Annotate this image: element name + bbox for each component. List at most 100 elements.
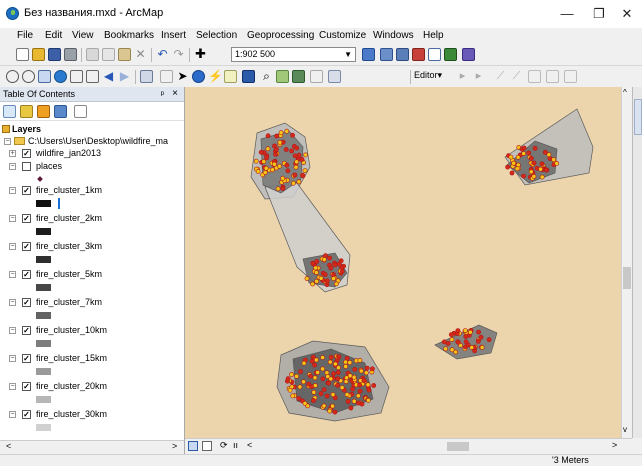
layer-visibility-checkbox[interactable]: ✓ bbox=[22, 354, 31, 363]
fire-point[interactable] bbox=[313, 357, 319, 363]
fire-point[interactable] bbox=[292, 172, 298, 178]
menu-edit[interactable]: Edit bbox=[45, 30, 62, 41]
fire-point[interactable] bbox=[312, 383, 318, 388]
layer-visibility-checkbox[interactable]: ✓ bbox=[22, 326, 31, 335]
fixed-zoom-in-icon[interactable] bbox=[70, 70, 83, 83]
fire-point[interactable] bbox=[343, 363, 349, 369]
toc-horizontal-scrollbar[interactable]: < > bbox=[0, 440, 184, 455]
menu-view[interactable]: View bbox=[72, 30, 94, 41]
select-elements-arrow-icon[interactable]: ➤ bbox=[176, 70, 189, 83]
expand-icon[interactable]: + bbox=[9, 150, 16, 157]
fire-point[interactable] bbox=[332, 409, 338, 415]
time-slider-icon[interactable] bbox=[310, 70, 323, 83]
pan-hand-icon[interactable] bbox=[38, 70, 51, 83]
fire-point[interactable] bbox=[542, 149, 548, 155]
fire-point[interactable] bbox=[359, 401, 365, 407]
fire-point[interactable] bbox=[296, 152, 302, 158]
layer-visibility-checkbox[interactable]: ✓ bbox=[22, 382, 31, 391]
fire-point[interactable] bbox=[531, 160, 537, 166]
fire-point[interactable] bbox=[330, 403, 335, 409]
fire-point[interactable] bbox=[277, 163, 282, 169]
layer-visibility-checkbox[interactable]: ✓ bbox=[22, 410, 31, 419]
fire-point[interactable] bbox=[277, 140, 283, 145]
fire-point[interactable] bbox=[352, 366, 358, 372]
fill-symbol-swatch[interactable] bbox=[36, 368, 51, 375]
fire-point[interactable] bbox=[291, 180, 296, 186]
fire-point[interactable] bbox=[365, 397, 371, 403]
paste-icon[interactable] bbox=[118, 48, 131, 61]
fire-point[interactable] bbox=[455, 328, 461, 333]
fire-point[interactable] bbox=[528, 169, 534, 175]
scroll-left-arrow-icon[interactable]: < bbox=[247, 440, 252, 450]
fire-point[interactable] bbox=[274, 133, 280, 139]
fire-point[interactable] bbox=[478, 334, 484, 340]
fire-point[interactable] bbox=[328, 354, 334, 360]
menu-help[interactable]: Help bbox=[423, 30, 444, 41]
fire-point[interactable] bbox=[449, 347, 455, 353]
menu-bookmarks[interactable]: Bookmarks bbox=[104, 30, 154, 41]
fire-point[interactable] bbox=[283, 147, 289, 152]
map-canvas[interactable] bbox=[185, 87, 621, 438]
collapse-icon[interactable]: − bbox=[9, 243, 16, 250]
fire-point[interactable] bbox=[335, 382, 340, 388]
fire-point[interactable] bbox=[554, 161, 560, 166]
fire-point[interactable] bbox=[465, 342, 471, 348]
fire-point[interactable] bbox=[486, 337, 492, 343]
fire-point[interactable] bbox=[514, 166, 520, 172]
arctoolbox-icon[interactable] bbox=[428, 48, 441, 61]
forward-extent-icon[interactable]: ▶ bbox=[118, 70, 131, 83]
new-document-icon[interactable] bbox=[16, 48, 29, 61]
editor-toolbar-icon[interactable] bbox=[362, 48, 375, 61]
fire-point[interactable] bbox=[272, 161, 277, 167]
fire-point[interactable] bbox=[303, 152, 308, 158]
fire-point[interactable] bbox=[528, 156, 534, 161]
pin-icon[interactable]: ᵖ bbox=[161, 87, 164, 101]
fire-point[interactable] bbox=[290, 393, 296, 399]
measure-icon[interactable] bbox=[242, 70, 255, 83]
find-binoculars-icon[interactable]: ⌕ bbox=[260, 70, 273, 83]
fire-point[interactable] bbox=[539, 161, 545, 167]
redo-icon[interactable]: ↷ bbox=[172, 48, 185, 61]
horizontal-scroll-thumb[interactable] bbox=[447, 442, 469, 451]
fire-point[interactable] bbox=[365, 382, 371, 388]
delete-icon[interactable]: ✕ bbox=[134, 48, 147, 61]
options-icon[interactable] bbox=[74, 105, 87, 118]
fill-symbol-swatch[interactable] bbox=[36, 256, 51, 263]
fire-point[interactable] bbox=[294, 159, 299, 165]
fire-point[interactable] bbox=[326, 380, 331, 386]
fire-point[interactable] bbox=[270, 167, 275, 173]
fire-point[interactable] bbox=[505, 164, 510, 170]
fire-point[interactable] bbox=[335, 376, 341, 382]
save-icon[interactable] bbox=[48, 48, 61, 61]
collapse-icon[interactable]: − bbox=[9, 299, 16, 306]
table-of-contents-icon[interactable] bbox=[380, 48, 393, 61]
fire-point[interactable] bbox=[521, 151, 527, 156]
fire-point[interactable] bbox=[297, 384, 303, 390]
fire-point[interactable] bbox=[289, 148, 294, 154]
zoom-in-icon[interactable] bbox=[6, 70, 19, 83]
fire-point[interactable] bbox=[476, 329, 481, 335]
fire-point[interactable] bbox=[336, 354, 342, 360]
menu-selection[interactable]: Selection bbox=[196, 30, 237, 41]
collapse-icon[interactable]: − bbox=[9, 187, 16, 194]
fire-point[interactable] bbox=[366, 387, 372, 393]
list-by-visibility-icon[interactable] bbox=[37, 105, 50, 118]
fire-point[interactable] bbox=[455, 339, 461, 345]
fire-point[interactable] bbox=[285, 168, 291, 174]
layer-visibility-checkbox[interactable]: ✓ bbox=[22, 149, 31, 158]
fire-point[interactable] bbox=[344, 392, 350, 397]
close-button[interactable]: ✕ bbox=[612, 4, 642, 24]
scroll-left-arrow-icon[interactable]: < bbox=[6, 441, 11, 451]
collapse-icon[interactable]: − bbox=[9, 215, 16, 222]
fire-point[interactable] bbox=[338, 258, 344, 264]
fire-point[interactable] bbox=[314, 278, 319, 284]
fire-point[interactable] bbox=[462, 328, 468, 333]
fire-point[interactable] bbox=[371, 383, 377, 388]
fire-point[interactable] bbox=[327, 255, 332, 261]
fire-point[interactable] bbox=[335, 370, 341, 375]
straight-segment-icon[interactable]: ⟋ bbox=[494, 70, 507, 83]
fire-point[interactable] bbox=[275, 186, 281, 192]
fire-point[interactable] bbox=[321, 387, 327, 392]
editor-menu[interactable]: Editor▾ bbox=[414, 70, 442, 81]
fire-point[interactable] bbox=[320, 355, 325, 360]
